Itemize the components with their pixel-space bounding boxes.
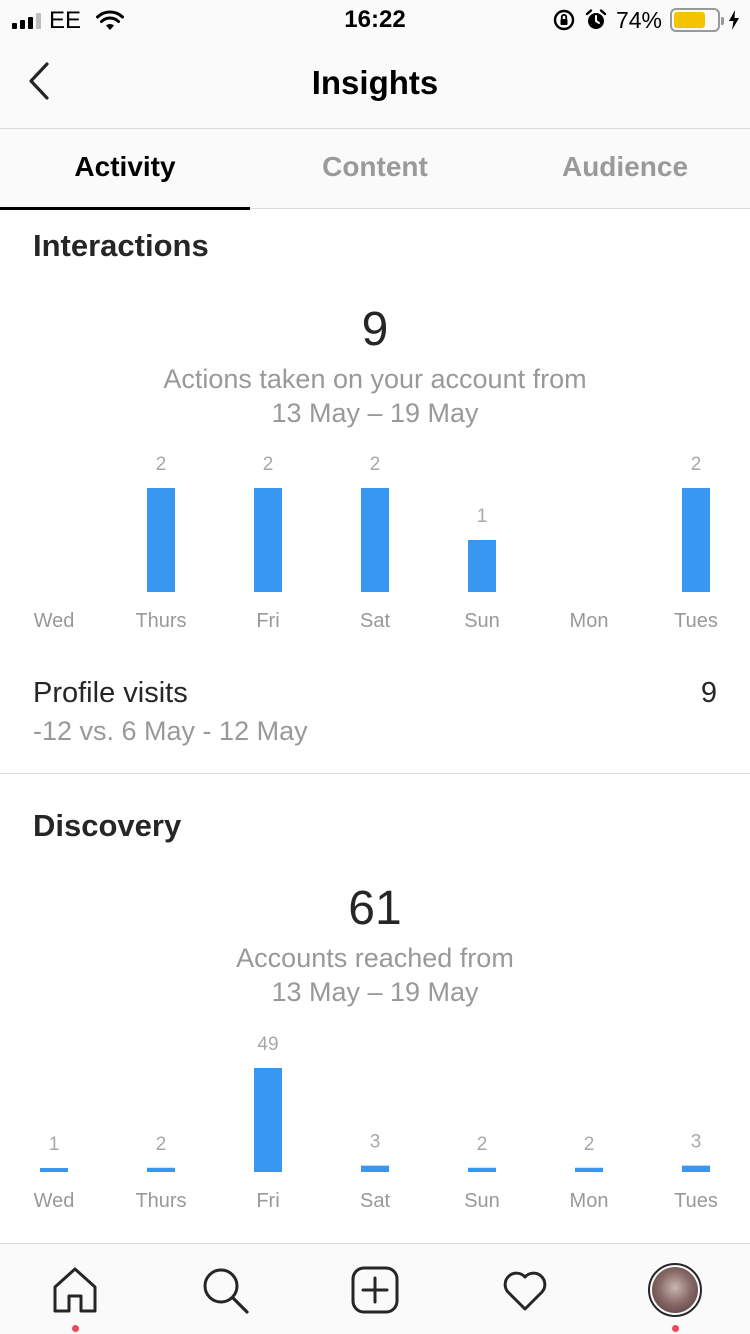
discovery-value-label: 1 <box>49 1134 60 1155</box>
interactions-bar-tues <box>682 488 710 592</box>
interactions-value-label: 2 <box>156 454 167 475</box>
discovery-value-label: 49 <box>257 1034 278 1055</box>
add-post-icon <box>351 1266 399 1314</box>
interactions-value-label: 2 <box>263 454 274 475</box>
orientation-lock-icon <box>553 9 575 31</box>
profile-visits-row[interactable]: Profile visits 9 -12 vs. 6 May - 12 May <box>33 677 717 747</box>
insights-header: Insights <box>0 40 750 129</box>
discovery-bar-sat <box>361 1165 389 1172</box>
nav-activity[interactable] <box>497 1262 553 1318</box>
search-icon <box>203 1268 249 1314</box>
interactions-chart: Wed 2 Thurs 2 Fri 2 Sat 1 Sun Mon 2 Tues <box>0 440 750 640</box>
interactions-bar-sat <box>361 488 389 592</box>
discovery-bar-thurs <box>147 1167 175 1172</box>
interactions-day-label: Thurs <box>135 610 186 632</box>
discovery-caption-line1: Accounts reached from <box>236 943 514 973</box>
profile-avatar-icon <box>648 1263 702 1317</box>
interactions-bar-chart: Wed 2 Thurs 2 Fri 2 Sat 1 Sun Mon 2 Tues <box>34 454 718 632</box>
discovery-bar-fri <box>254 1068 282 1172</box>
interactions-day-label: Sun <box>464 610 500 632</box>
discovery-caption-line2: 13 May – 19 May <box>271 977 479 1007</box>
discovery-bar-chart: 1 Wed 2 Thurs 49 Fri 3 Sat 2 Sun 2 Mon 3 Tues <box>34 1034 718 1212</box>
nav-profile[interactable] <box>647 1262 703 1332</box>
status-right: 74% <box>552 7 740 33</box>
discovery-bar-mon <box>575 1167 603 1172</box>
interactions-day-label: Mon <box>570 610 609 632</box>
discovery-heading: Discovery <box>33 808 182 843</box>
profile-visits-comparison: -12 vs. 6 May - 12 May <box>33 716 308 746</box>
interactions-bar-thurs <box>147 488 175 592</box>
interactions-bar-fri <box>254 488 282 592</box>
bottom-navigation <box>0 1243 750 1334</box>
home-notification-dot <box>72 1325 79 1332</box>
nav-search[interactable] <box>197 1262 253 1318</box>
alarm-icon <box>585 9 607 29</box>
discovery-day-label: Sun <box>464 1190 500 1212</box>
battery-icon <box>670 8 724 32</box>
discovery-bar-wed <box>40 1168 68 1172</box>
insights-tabs: Activity Content Audience <box>0 129 750 210</box>
discovery-day-label: Mon <box>570 1190 609 1212</box>
discovery-bar-tues <box>682 1165 710 1172</box>
interactions-heading: Interactions <box>33 228 209 263</box>
discovery-day-label: Wed <box>34 1190 75 1212</box>
tab-activity[interactable]: Activity <box>0 129 250 210</box>
battery-percentage: 74% <box>615 6 662 33</box>
discovery-value-label: 2 <box>156 1134 167 1155</box>
interactions-bar-sun <box>468 540 496 592</box>
profile-visits-value: 9 <box>700 677 717 709</box>
profile-visits-label: Profile visits <box>33 677 188 709</box>
tab-audience[interactable]: Audience <box>500 129 750 208</box>
interactions-value-label: 2 <box>691 454 702 475</box>
discovery-day-label: Sat <box>360 1190 390 1212</box>
home-icon <box>53 1267 97 1313</box>
page-title: Insights <box>311 64 439 101</box>
interactions-total: 9 <box>361 303 389 356</box>
interactions-value-label: 2 <box>370 454 381 475</box>
interactions-day-label: Wed <box>34 610 75 632</box>
tab-content[interactable]: Content <box>250 129 500 208</box>
heart-icon <box>503 1271 547 1311</box>
interactions-caption-line2: 13 May – 19 May <box>271 398 479 428</box>
discovery-value-label: 2 <box>584 1134 595 1155</box>
discovery-total: 61 <box>348 882 402 935</box>
discovery-bar-sun <box>468 1167 496 1172</box>
interactions-caption-line1: Actions taken on your account from <box>163 364 587 394</box>
section-divider <box>0 773 750 774</box>
nav-home[interactable] <box>47 1262 103 1332</box>
profile-notification-dot <box>672 1325 679 1332</box>
interactions-value-label: 1 <box>477 506 488 527</box>
status-bar: EE 16:22 74% <box>0 0 750 40</box>
discovery-value-label: 2 <box>477 1134 488 1155</box>
discovery-day-label: Tues <box>674 1190 718 1212</box>
interactions-day-label: Sat <box>360 610 390 632</box>
discovery-day-label: Thurs <box>135 1190 186 1212</box>
discovery-value-label: 3 <box>691 1132 702 1153</box>
battery-level <box>674 12 706 28</box>
interactions-day-label: Fri <box>256 610 279 632</box>
discovery-chart: 1 Wed 2 Thurs 49 Fri 3 Sat 2 Sun 2 Mon 3 Tues <box>0 1020 750 1220</box>
interactions-day-label: Tues <box>674 610 718 632</box>
discovery-day-label: Fri <box>256 1190 279 1212</box>
discovery-value-label: 3 <box>370 1132 381 1153</box>
charging-bolt-icon <box>729 10 739 30</box>
nav-add-post[interactable] <box>347 1262 403 1318</box>
